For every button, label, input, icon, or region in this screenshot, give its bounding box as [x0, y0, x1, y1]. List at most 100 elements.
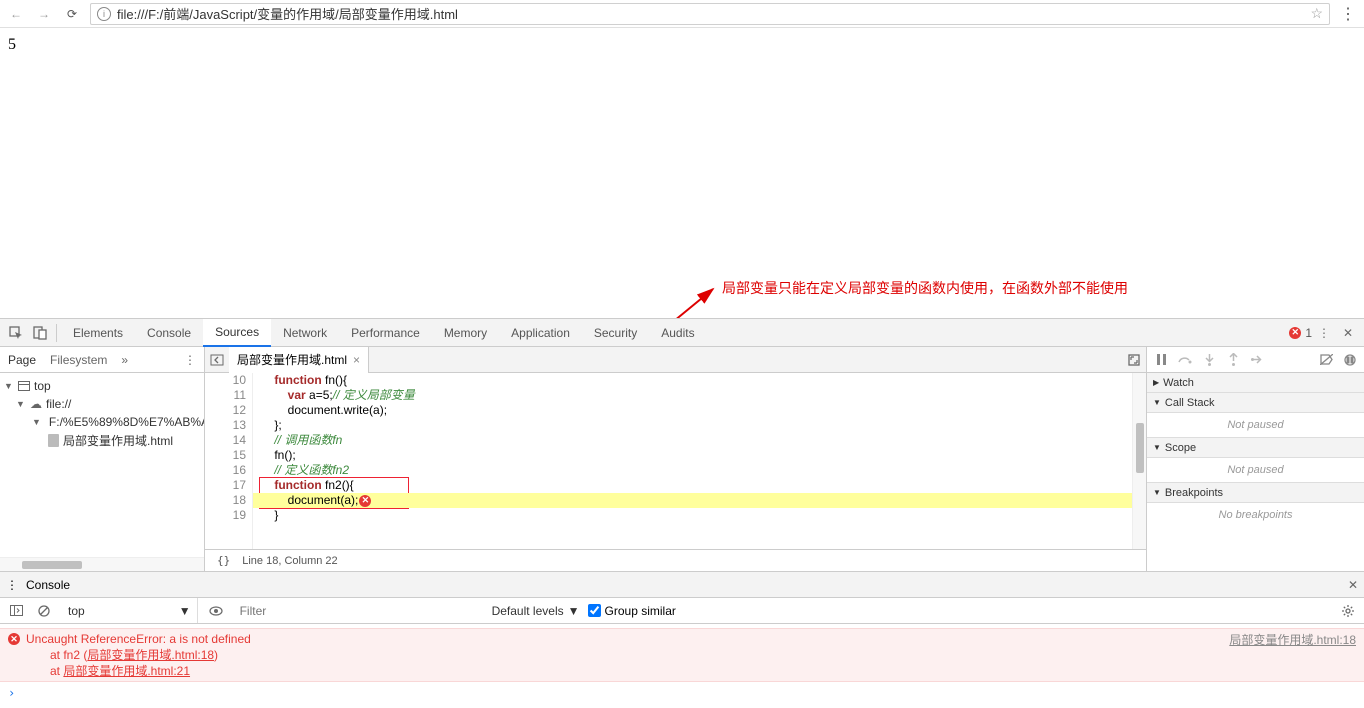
- code-line-14: // 调用函数fn: [253, 433, 1132, 448]
- code-line-15: fn();: [253, 448, 1132, 463]
- breakpoints-body: No breakpoints: [1147, 503, 1364, 527]
- sidebar-hscrollbar[interactable]: [0, 557, 204, 571]
- context-selector[interactable]: top▼: [62, 598, 198, 623]
- file-tab-close[interactable]: ×: [353, 353, 360, 367]
- maximize-icon[interactable]: [1122, 354, 1146, 366]
- address-bar[interactable]: i file:///F:/前端/JavaScript/变量的作用域/局部变量作用…: [90, 3, 1330, 25]
- sidebar-tab-more[interactable]: »: [121, 353, 128, 367]
- callstack-header[interactable]: ▼Call Stack: [1147, 393, 1364, 413]
- pause-button[interactable]: [1151, 350, 1171, 370]
- console-title: Console: [26, 578, 70, 592]
- error-count[interactable]: ✕ 1: [1289, 326, 1312, 340]
- console-settings-button[interactable]: [1338, 601, 1358, 621]
- console-close-button[interactable]: ✕: [1348, 578, 1358, 592]
- devtools-tab-audits[interactable]: Audits: [649, 319, 706, 347]
- editor-status-bar: {} Line 18, Column 22: [205, 549, 1146, 571]
- group-similar-checkbox[interactable]: Group similar: [588, 604, 676, 618]
- cloud-icon: ☁: [30, 397, 42, 411]
- devtools-tab-console[interactable]: Console: [135, 319, 203, 347]
- error-source: 局部变量作用域.html:18: [1229, 631, 1356, 679]
- console-prompt[interactable]: ›: [0, 682, 1364, 704]
- file-tab-active[interactable]: 局部变量作用域.html ×: [229, 347, 369, 373]
- console-toolbar: top▼ Default levels ▼ Group similar: [0, 598, 1364, 624]
- console-filter-input[interactable]: [234, 602, 484, 620]
- scope-header[interactable]: ▼Scope: [1147, 438, 1364, 458]
- console-menu-icon[interactable]: ⋮: [6, 578, 18, 592]
- file-tab-prev[interactable]: [205, 354, 229, 366]
- console-header: ⋮ Console ✕: [0, 572, 1364, 598]
- scope-body: Not paused: [1147, 458, 1364, 483]
- code-line-11: var a=5;// 定义局部变量: [253, 388, 1132, 403]
- step-over-button[interactable]: [1175, 350, 1195, 370]
- devtools-tab-elements[interactable]: Elements: [61, 319, 135, 347]
- sources-panel: Page Filesystem » ⋮ ▼top ▼☁file:// ▼F:/%…: [0, 347, 1364, 571]
- devtools-close-button[interactable]: ✕: [1336, 321, 1360, 345]
- console-drawer: ⋮ Console ✕ top▼ Default levels ▼ Group …: [0, 571, 1364, 708]
- devtools: ElementsConsoleSourcesNetworkPerformance…: [0, 318, 1364, 708]
- error-count-number: 1: [1305, 326, 1312, 340]
- devtools-menu-button[interactable]: ⋮: [1312, 321, 1336, 345]
- pause-on-exceptions-button[interactable]: [1340, 350, 1360, 370]
- tree-top[interactable]: ▼top: [0, 377, 204, 395]
- line-gutter: 10111213141516171819: [205, 373, 253, 549]
- page-content: 5 局部变量只能在定义局部变量的函数内使用，在函数外部不能使用: [0, 28, 1364, 318]
- forward-button[interactable]: →: [34, 4, 54, 24]
- clear-console-button[interactable]: [34, 601, 54, 621]
- file-tree: ▼top ▼☁file:// ▼F:/%E5%89%8D%E7%AB%AF/Ja…: [0, 373, 204, 557]
- log-levels-selector[interactable]: Default levels ▼: [492, 604, 580, 618]
- code-vscrollbar[interactable]: [1132, 373, 1146, 549]
- devtools-tab-memory[interactable]: Memory: [432, 319, 499, 347]
- step-button[interactable]: [1247, 350, 1267, 370]
- tree-origin[interactable]: ▼☁file://: [0, 395, 204, 413]
- step-out-button[interactable]: [1223, 350, 1243, 370]
- devtools-tab-application[interactable]: Application: [499, 319, 582, 347]
- sidebar-tab-page[interactable]: Page: [8, 353, 36, 367]
- tree-folder[interactable]: ▼F:/%E5%89%8D%E7%AB%AF/Ja: [0, 413, 204, 431]
- devtools-tab-performance[interactable]: Performance: [339, 319, 432, 347]
- reload-button[interactable]: ⟳: [62, 4, 82, 24]
- debugger-controls: [1147, 347, 1364, 373]
- file-icon: [48, 434, 59, 447]
- device-toggle-icon[interactable]: [28, 321, 52, 345]
- error-source-link[interactable]: 局部变量作用域.html:18: [1229, 633, 1356, 647]
- tree-file[interactable]: 局部变量作用域.html: [0, 431, 204, 449]
- page-output: 5: [8, 36, 1356, 54]
- annotation-text: 局部变量只能在定义局部变量的函数内使用，在函数外部不能使用: [722, 278, 1128, 298]
- sidebar-tab-filesystem[interactable]: Filesystem: [50, 353, 107, 367]
- code-line-13: };: [253, 418, 1132, 433]
- sources-sidebar-tabs: Page Filesystem » ⋮: [0, 347, 204, 373]
- window-icon: [18, 381, 30, 391]
- code-line-17: function fn2(){: [253, 478, 1132, 493]
- bookmark-star-icon[interactable]: ☆: [1310, 5, 1323, 22]
- file-tab-name: 局部变量作用域.html: [237, 351, 347, 368]
- error-stack-link-2[interactable]: 局部变量作用域.html:21: [63, 664, 190, 678]
- devtools-tab-security[interactable]: Security: [582, 319, 649, 347]
- error-badge-icon: ✕: [1289, 327, 1301, 339]
- cursor-position: Line 18, Column 22: [242, 555, 337, 567]
- console-messages: ✕ Uncaught ReferenceError: a is not defi…: [0, 624, 1364, 708]
- breakpoints-header[interactable]: ▼Breakpoints: [1147, 483, 1364, 503]
- code-line-16: // 定义函数fn2: [253, 463, 1132, 478]
- live-expression-button[interactable]: [206, 601, 226, 621]
- watch-header[interactable]: ▶Watch: [1147, 373, 1364, 393]
- code-line-12: document.write(a);: [253, 403, 1132, 418]
- code-lines: function fn(){ var a=5;// 定义局部变量 documen…: [253, 373, 1132, 549]
- devtools-tab-sources[interactable]: Sources: [203, 319, 271, 347]
- code-line-19: }: [253, 508, 1132, 523]
- browser-toolbar: ← → ⟳ i file:///F:/前端/JavaScript/变量的作用域/…: [0, 0, 1364, 28]
- step-into-button[interactable]: [1199, 350, 1219, 370]
- error-icon: ✕: [8, 633, 20, 645]
- sidebar-tab-menu[interactable]: ⋮: [184, 353, 196, 367]
- console-sidebar-toggle[interactable]: [6, 601, 26, 621]
- back-button[interactable]: ←: [6, 4, 26, 24]
- url-text: file:///F:/前端/JavaScript/变量的作用域/局部变量作用域.…: [117, 4, 1304, 23]
- devtools-tabs: ElementsConsoleSourcesNetworkPerformance…: [0, 319, 1364, 347]
- devtools-tab-network[interactable]: Network: [271, 319, 339, 347]
- deactivate-breakpoints-button[interactable]: [1316, 350, 1336, 370]
- inspect-element-icon[interactable]: [4, 321, 28, 345]
- code-editor[interactable]: 10111213141516171819 function fn(){ var …: [205, 373, 1146, 549]
- code-line-18: document(a);✕: [253, 493, 1132, 508]
- browser-menu-button[interactable]: ⋮: [1338, 4, 1358, 24]
- pretty-print-icon[interactable]: {}: [217, 554, 230, 567]
- error-stack-link-1[interactable]: 局部变量作用域.html:18: [87, 648, 214, 662]
